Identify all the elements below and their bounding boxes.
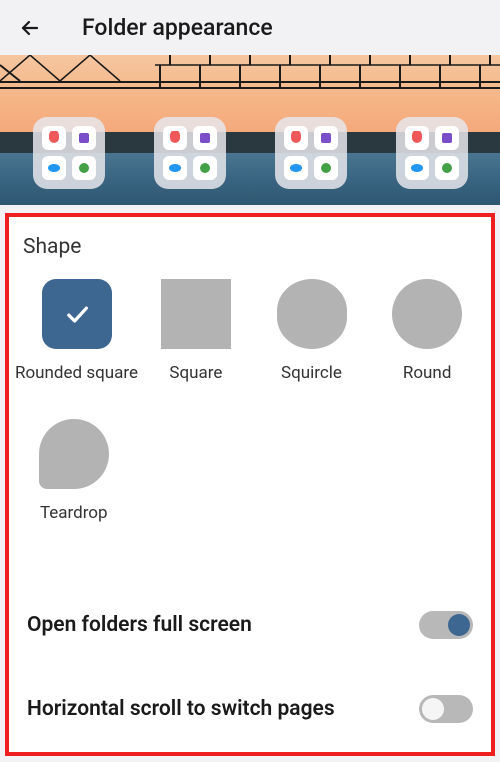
shape-label: Square [169, 363, 222, 383]
shape-section-title: Shape [9, 235, 491, 279]
setting-horizontal-scroll: Horizontal scroll to switch pages [9, 667, 491, 751]
wallpaper-bridge [0, 55, 500, 97]
header: Folder appearance [0, 0, 500, 55]
back-arrow-icon[interactable] [18, 16, 42, 40]
toggle-full-screen[interactable] [419, 611, 473, 639]
shape-option-square[interactable]: Square [138, 279, 254, 383]
shape-label: Teardrop [40, 503, 108, 523]
checkmark-icon [63, 300, 91, 328]
shape-option-teardrop[interactable]: Teardrop [15, 419, 133, 523]
folder-sample [33, 117, 105, 189]
toggle-knob [448, 614, 470, 636]
shape-label: Squircle [281, 363, 342, 383]
page-title: Folder appearance [82, 14, 273, 41]
folder-preview-row [0, 117, 500, 189]
content-panel: Shape Rounded square Square Squircle Rou… [5, 213, 495, 756]
shape-swatch [39, 419, 109, 489]
folder-preview [0, 55, 500, 205]
setting-label: Horizontal scroll to switch pages [27, 697, 335, 721]
setting-label: Open folders full screen [27, 613, 252, 637]
shape-swatch [161, 279, 231, 349]
folder-sample [396, 117, 468, 189]
shape-swatch [42, 279, 112, 349]
toggle-knob [422, 698, 444, 720]
settings-list: Open folders full screen Horizontal scro… [9, 523, 491, 751]
shape-options-row-1: Rounded square Square Squircle Round [9, 279, 491, 383]
shape-swatch [277, 279, 347, 349]
shape-label: Rounded square [15, 363, 138, 383]
shape-option-squircle[interactable]: Squircle [254, 279, 370, 383]
setting-full-screen: Open folders full screen [9, 583, 491, 667]
folder-sample [275, 117, 347, 189]
shape-option-round[interactable]: Round [369, 279, 485, 383]
shape-options-row-2: Teardrop [9, 383, 491, 523]
toggle-horizontal-scroll[interactable] [419, 695, 473, 723]
folder-sample [154, 117, 226, 189]
shape-swatch [392, 279, 462, 349]
shape-option-rounded-square[interactable]: Rounded square [15, 279, 138, 383]
shape-label: Round [403, 363, 452, 383]
